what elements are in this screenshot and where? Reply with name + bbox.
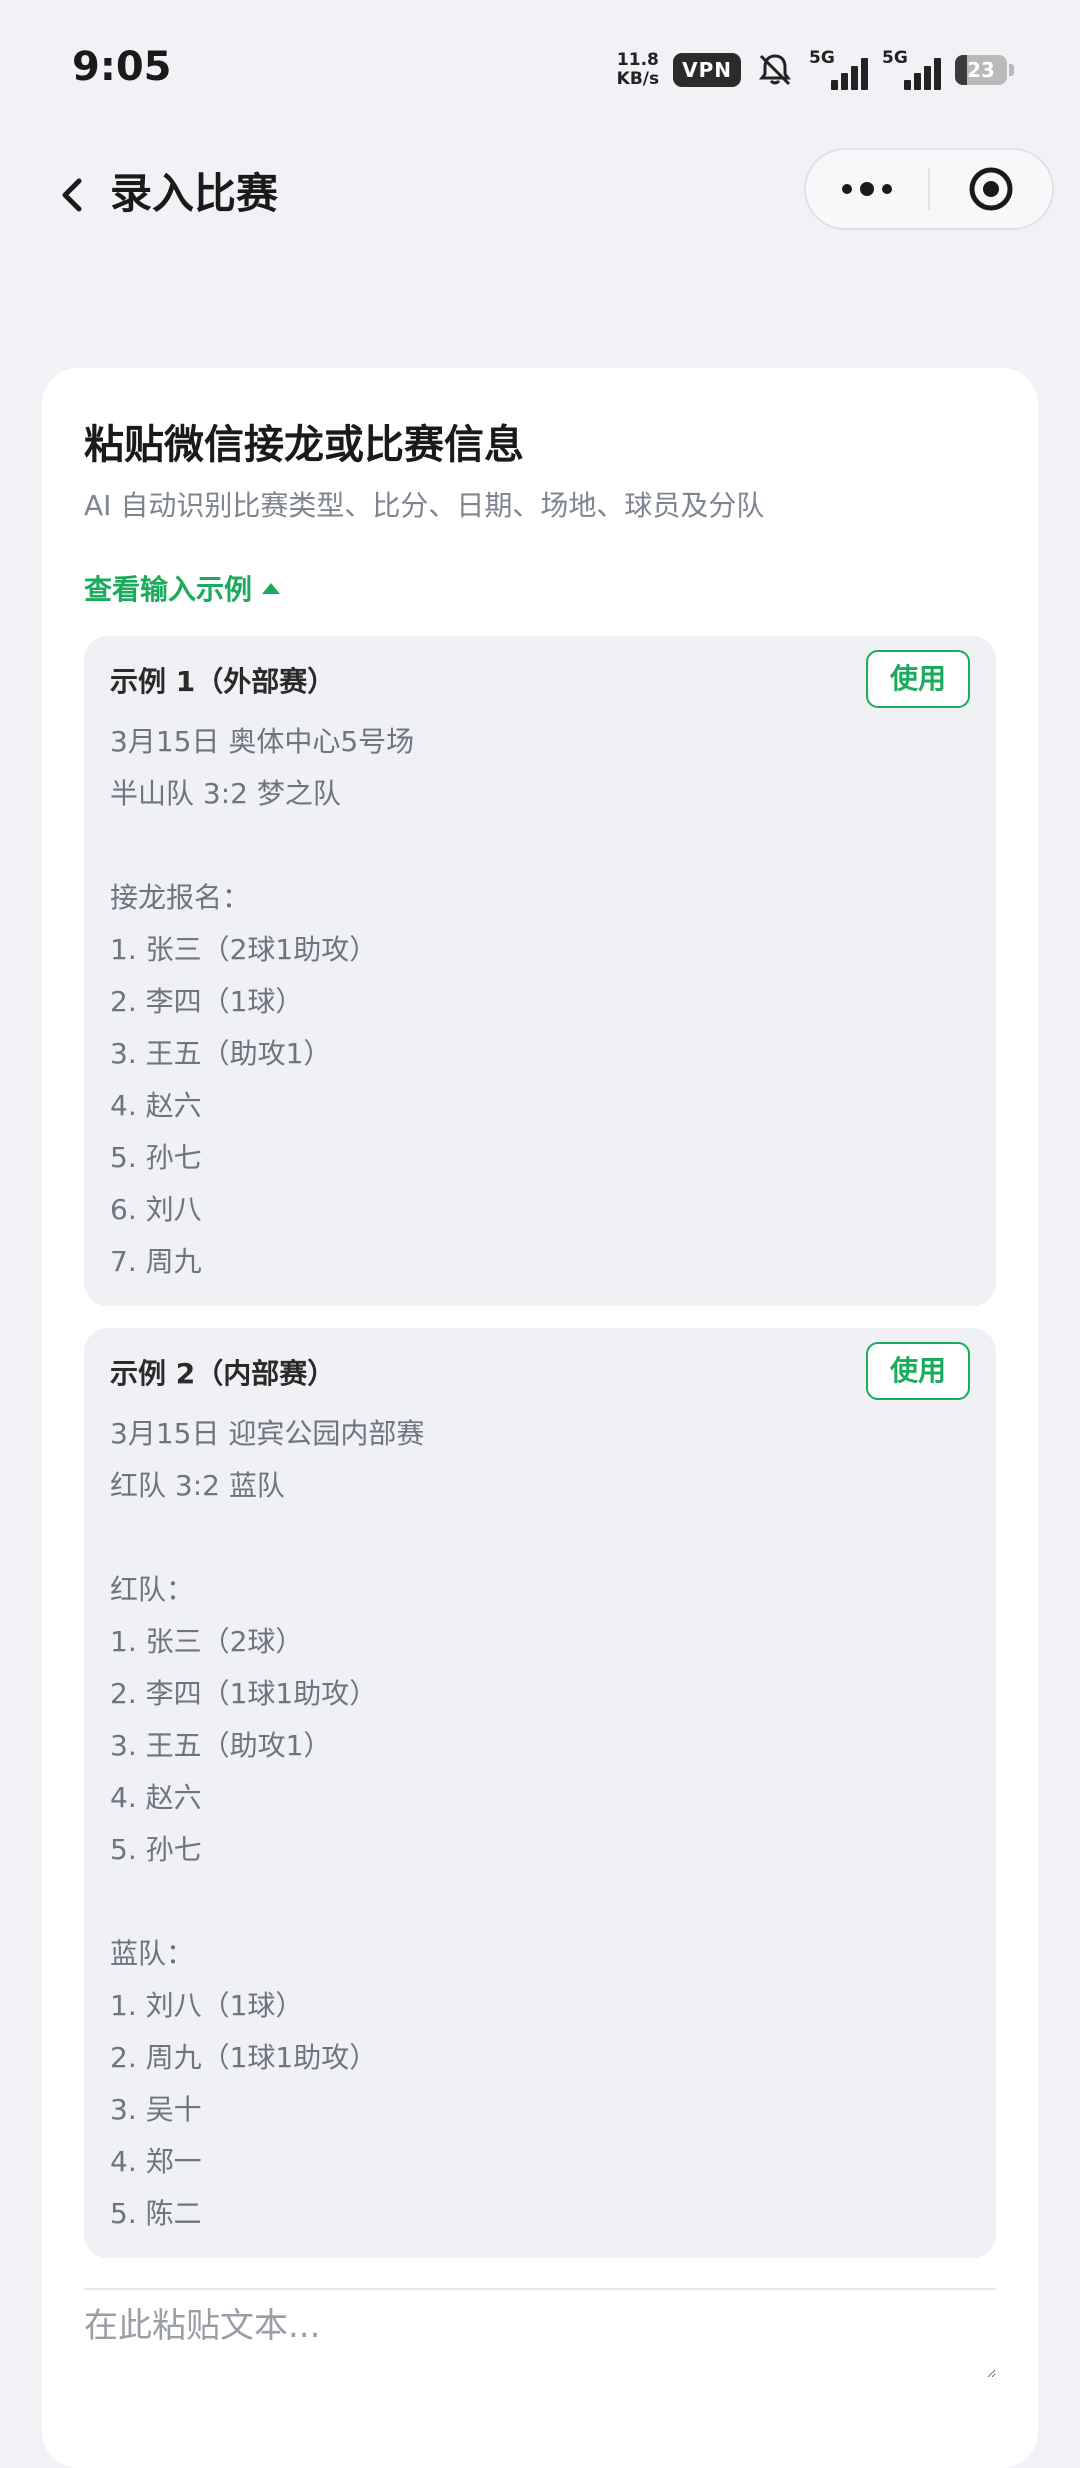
example-line: 3. 王五（助攻1） [110,1037,332,1070]
example-line: 红队： [110,1573,195,1606]
example-line: 5. 陈二 [110,2197,202,2230]
chevron-left-icon[interactable] [52,170,92,220]
input-divider [84,2288,996,2290]
example-card-2: 示例 2（内部赛） 使用 3月15日 迎宾公园内部赛 红队 3:2 蓝队 红队：… [84,1328,996,2258]
example-line: 5. 孙七 [110,1833,202,1866]
example-line: 3. 吴十 [110,2093,202,2126]
paste-text-input[interactable] [84,2298,996,2378]
vpn-badge: VPN [673,53,741,87]
nav-bar: 录入比赛 [0,140,1080,250]
net-speed-unit: KB/s [616,69,660,89]
target-circle-icon[interactable] [930,150,1052,228]
page-title: 录入比赛 [110,169,279,218]
card-title: 粘贴微信接龙或比赛信息 [84,422,524,468]
signal-icon: 5G [882,48,941,90]
example-line: 3月15日 迎宾公园内部赛 [110,1417,425,1450]
example-line: 2. 周九（1球1助攻） [110,2041,378,2074]
status-bar: 9:05 11.8 KB/s VPN 5G 5G 23 [0,0,1080,140]
example-card-1: 示例 1（外部赛） 使用 3月15日 奥体中心5号场 半山队 3:2 梦之队 接… [84,636,996,1306]
more-dots-icon[interactable] [806,150,928,228]
example-line: 1. 张三（2球） [110,1625,304,1658]
net-speed-value: 11.8 [616,50,659,70]
example-line: 红队 3:2 蓝队 [110,1469,285,1502]
status-icons: 11.8 KB/s VPN 5G 5G 23 [617,46,1014,94]
example-line [110,1876,424,1928]
caret-up-icon [262,582,281,594]
example-line: 4. 赵六 [110,1781,202,1814]
example-line [110,1512,424,1564]
sim2-label: 5G [882,48,908,68]
example-line: 4. 郑一 [110,2145,202,2178]
example-line: 6. 刘八 [110,1193,202,1226]
example-line: 2. 李四（1球1助攻） [110,1677,378,1710]
mini-program-capsule [804,148,1054,230]
toggle-examples-label: 查看输入示例 [84,573,253,606]
example-line: 1. 张三（2球1助攻） [110,933,378,966]
example-line: 3. 王五（助攻1） [110,1729,332,1762]
input-card: 粘贴微信接龙或比赛信息 AI 自动识别比赛类型、比分、日期、场地、球员及分队 查… [42,368,1038,2468]
example-line: 蓝队： [110,1937,195,1970]
example-line: 半山队 3:2 梦之队 [110,777,341,810]
sim1-label: 5G [809,48,835,68]
example-line: 2. 李四（1球） [110,985,304,1018]
example-line: 4. 赵六 [110,1089,202,1122]
use-example-button[interactable]: 使用 [866,1342,970,1400]
example-line: 3月15日 奥体中心5号场 [110,725,415,758]
example-line: 1. 刘八（1球） [110,1989,304,2022]
signal-icon: 5G [809,48,868,90]
status-time: 9:05 [72,44,172,90]
net-speed: 11.8 KB/s [617,51,659,89]
toggle-examples-link[interactable]: 查看输入示例 [84,568,281,608]
battery-level: 23 [967,58,995,82]
use-example-button[interactable]: 使用 [866,650,970,708]
example-text: 3月15日 奥体中心5号场 半山队 3:2 梦之队 接龙报名： 1. 张三（2球… [110,716,414,1288]
example-line: 7. 周九 [110,1245,202,1278]
battery-icon: 23 [955,55,1014,85]
bell-muted-icon [759,54,791,86]
example-line [110,820,414,872]
example-title: 示例 1（外部赛） [110,665,336,698]
card-subtitle: AI 自动识别比赛类型、比分、日期、场地、球员及分队 [84,489,765,522]
example-text: 3月15日 迎宾公园内部赛 红队 3:2 蓝队 红队： 1. 张三（2球） 2.… [110,1408,424,2240]
example-line: 接龙报名： [110,881,251,914]
example-line: 5. 孙七 [110,1141,202,1174]
example-title: 示例 2（内部赛） [110,1357,336,1390]
